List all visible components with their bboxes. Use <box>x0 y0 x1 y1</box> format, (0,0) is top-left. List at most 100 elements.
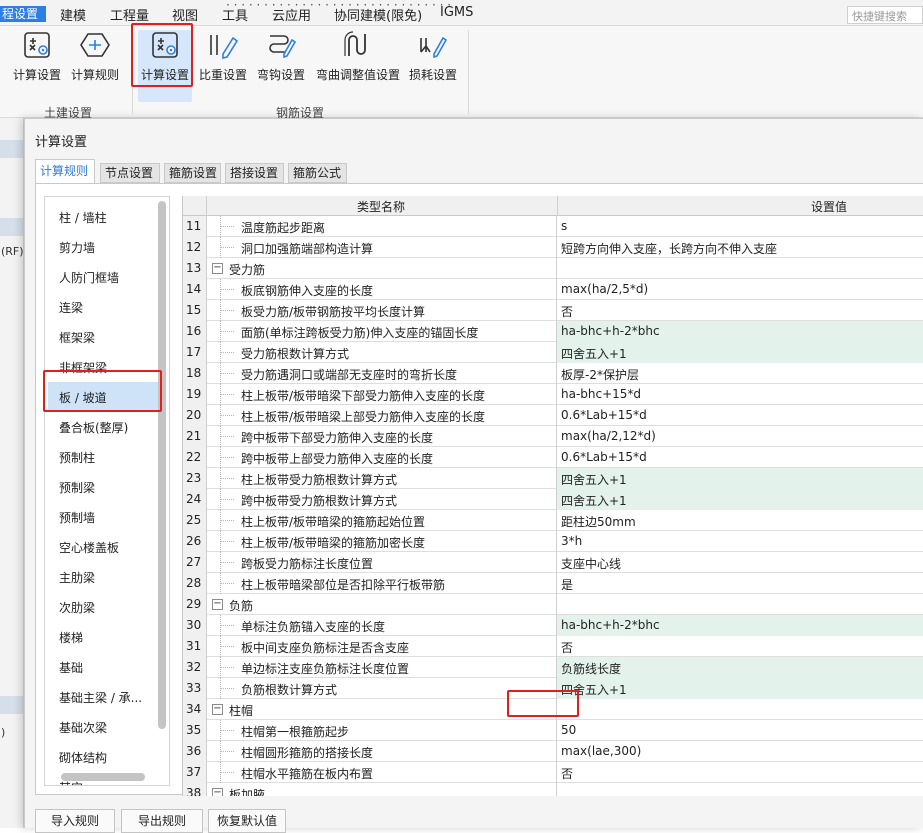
setting-value-cell[interactable]: max(ha/2,5*d) <box>557 279 923 300</box>
table-row[interactable]: 11 温度筋起步距离 s <box>183 216 923 237</box>
quick-search-input[interactable]: 快捷键搜索 <box>847 6 923 24</box>
setting-value-cell[interactable]: ha-bhc+h-2*bhc <box>557 615 923 636</box>
table-row[interactable]: 30 单标注负筋锚入支座的长度 ha-bhc+h-2*bhc <box>183 615 923 636</box>
table-row[interactable]: 14 板底钢筋伸入支座的长度 max(ha/2,5*d) <box>183 279 923 300</box>
category-item[interactable]: 主肋梁 <box>59 569 95 586</box>
setting-value-cell[interactable]: 否 <box>557 300 923 321</box>
hook-settings-button[interactable]: 弯钩设置 <box>254 30 308 88</box>
setting-value-cell[interactable]: 是 <box>557 573 923 594</box>
table-row[interactable]: 22 跨中板带上部受力筋伸入支座的长度 0.6*Lab+15*d <box>183 447 923 468</box>
table-row[interactable]: 20 柱上板带/板带暗梁上部受力筋伸入支座的长度 0.6*Lab+15*d <box>183 405 923 426</box>
setting-value-cell[interactable]: 0.6*Lab+15*d <box>557 405 923 426</box>
menu-tab-tools[interactable]: 工具 <box>222 5 248 24</box>
menu-tab-quantity[interactable]: 工程量 <box>110 5 149 24</box>
category-item[interactable]: 剪力墙 <box>59 239 95 256</box>
weight-settings-button[interactable]: 比重设置 <box>196 30 250 88</box>
setting-value-cell[interactable]: 短跨方向伸入支座，长跨方向不伸入支座 <box>557 237 923 258</box>
tab-stirrup-formula[interactable]: 箍筋公式 <box>288 163 347 183</box>
category-item[interactable]: 次肋梁 <box>59 599 95 616</box>
collapse-toggle-icon[interactable]: − <box>212 599 223 610</box>
table-row[interactable]: 25 柱上板带/板带暗梁的箍筋起始位置 距柱边50mm <box>183 510 923 531</box>
setting-value-cell[interactable]: 50 <box>557 720 923 741</box>
setting-value-cell[interactable]: 四舍五入+1 <box>557 342 923 363</box>
table-row[interactable]: 37 柱帽水平箍筋在板内布置 否 <box>183 762 923 783</box>
category-item[interactable]: 叠合板(整厚) <box>59 419 128 436</box>
table-row[interactable]: 38− 板加腋 <box>183 783 923 796</box>
type-name-cell: 洞口加强筋端部构造计算 <box>207 237 557 258</box>
table-row[interactable]: 31 板中间支座负筋标注是否含支座 否 <box>183 636 923 657</box>
type-name-cell: 跨中板带下部受力筋伸入支座的长度 <box>207 426 557 447</box>
setting-value-cell[interactable]: 否 <box>557 636 923 657</box>
table-row[interactable]: 28 柱上板带暗梁部位是否扣除平行板带筋 是 <box>183 573 923 594</box>
tab-lap-settings[interactable]: 搭接设置 <box>225 163 284 183</box>
tree-line <box>220 625 234 626</box>
menu-tab-modeling[interactable]: 建模 <box>60 5 86 24</box>
menu-tab-cloud[interactable]: 云应用 <box>272 5 311 24</box>
category-item[interactable]: 砌体结构 <box>59 749 107 766</box>
table-row[interactable]: 12 洞口加强筋端部构造计算 短跨方向伸入支座，长跨方向不伸入支座 <box>183 237 923 258</box>
collapse-toggle-icon[interactable]: − <box>212 263 223 274</box>
setting-value-cell[interactable]: 负筋线长度 <box>557 657 923 678</box>
table-row[interactable]: 17 受力筋根数计算方式 四舍五入+1 <box>183 342 923 363</box>
category-item[interactable]: 预制墙 <box>59 509 95 526</box>
setting-value-cell[interactable]: 距柱边50mm <box>557 510 923 531</box>
setting-value-cell[interactable]: max(lae,300) <box>557 741 923 762</box>
setting-value-cell[interactable]: 四舍五入+1 <box>557 489 923 510</box>
table-row[interactable]: 21 跨中板带下部受力筋伸入支座的长度 max(ha/2,12*d) <box>183 426 923 447</box>
table-row[interactable]: 32 单边标注支座负筋标注长度位置 负筋线长度 <box>183 657 923 678</box>
category-item[interactable]: 人防门框墙 <box>59 269 119 286</box>
setting-value-cell[interactable]: max(ha/2,12*d) <box>557 426 923 447</box>
category-item[interactable]: 柱 / 墙柱 <box>59 209 107 226</box>
menu-tab-settings[interactable]: 程设置 <box>0 6 46 22</box>
table-row[interactable]: 36 柱帽圆形箍筋的搭接长度 max(lae,300) <box>183 741 923 762</box>
category-item[interactable]: 基础次梁 <box>59 719 107 736</box>
setting-value-cell[interactable]: 支座中心线 <box>557 552 923 573</box>
table-row[interactable]: 24 跨中板带受力筋根数计算方式 四舍五入+1 <box>183 489 923 510</box>
table-row[interactable]: 35 柱帽第一根箍筋起步 50 <box>183 720 923 741</box>
setting-value-cell[interactable]: 3*h <box>557 531 923 552</box>
category-item[interactable]: 基础 <box>59 659 83 676</box>
tab-stirrup-settings[interactable]: 箍筋设置 <box>164 163 221 183</box>
tab-calc-rules[interactable]: 计算规则 <box>35 159 95 184</box>
bend-adjust-settings-button[interactable]: 弯曲调整值设置 <box>310 30 406 88</box>
setting-value-cell[interactable]: 四舍五入+1 <box>557 678 923 699</box>
export-rules-button[interactable]: 导出规则 <box>121 809 203 833</box>
category-item[interactable]: 预制柱 <box>59 449 95 466</box>
category-list-vertical-scrollbar[interactable] <box>158 201 166 729</box>
table-row[interactable]: 13− 受力筋 <box>183 258 923 279</box>
setting-value-cell[interactable]: 否 <box>557 762 923 783</box>
collapse-toggle-icon[interactable]: − <box>212 788 223 796</box>
table-row[interactable]: 29− 负筋 <box>183 594 923 615</box>
setting-name: 洞口加强筋端部构造计算 <box>241 242 374 256</box>
category-item[interactable]: 预制梁 <box>59 479 95 496</box>
setting-value-cell[interactable]: ha-bhc+15*d <box>557 384 923 405</box>
table-row[interactable]: 26 柱上板带/板带暗梁的箍筋加密长度 3*h <box>183 531 923 552</box>
setting-value-cell[interactable]: 0.6*Lab+15*d <box>557 447 923 468</box>
collapse-toggle-icon[interactable]: − <box>212 704 223 715</box>
table-row[interactable]: 15 板受力筋/板带钢筋按平均长度计算 否 <box>183 300 923 321</box>
category-item[interactable]: 基础主梁 / 承... <box>59 689 142 706</box>
civil-calc-settings-button[interactable]: 计算设置 <box>10 30 64 88</box>
setting-value-cell[interactable]: ha-bhc+h-2*bhc <box>557 321 923 342</box>
setting-value-cell[interactable]: s <box>557 216 923 237</box>
category-item[interactable]: 楼梯 <box>59 629 83 646</box>
restore-defaults-button[interactable]: 恢复默认值 <box>208 809 286 833</box>
setting-value-cell[interactable]: 四舍五入+1 <box>557 468 923 489</box>
category-item[interactable]: 连梁 <box>59 299 83 316</box>
setting-value-cell[interactable]: 板厚-2*保护层 <box>557 363 923 384</box>
category-item[interactable]: 空心楼盖板 <box>59 539 119 556</box>
table-row[interactable]: 19 柱上板带/板带暗梁下部受力筋伸入支座的长度 ha-bhc+15*d <box>183 384 923 405</box>
loss-settings-button[interactable]: 损耗设置 <box>406 30 460 88</box>
tab-node-settings[interactable]: 节点设置 <box>100 163 160 183</box>
calc-rules-button[interactable]: 计算规则 <box>68 30 122 88</box>
category-item[interactable]: 框架梁 <box>59 329 95 346</box>
table-row[interactable]: 16 面筋(单标注跨板受力筋)伸入支座的锚固长度 ha-bhc+h-2*bhc <box>183 321 923 342</box>
category-item[interactable]: 其它 <box>59 779 83 785</box>
menu-tab-igms[interactable]: IGMS <box>440 5 473 20</box>
table-row[interactable]: 18 受力筋遇洞口或端部无支座时的弯折长度 板厚-2*保护层 <box>183 363 923 384</box>
menu-tab-view[interactable]: 视图 <box>172 5 198 24</box>
import-rules-button[interactable]: 导入规则 <box>35 809 115 833</box>
table-row[interactable]: 27 跨板受力筋标注长度位置 支座中心线 <box>183 552 923 573</box>
menu-tab-collab[interactable]: 协同建模(限免) <box>334 5 422 24</box>
table-row[interactable]: 23 柱上板带受力筋根数计算方式 四舍五入+1 <box>183 468 923 489</box>
